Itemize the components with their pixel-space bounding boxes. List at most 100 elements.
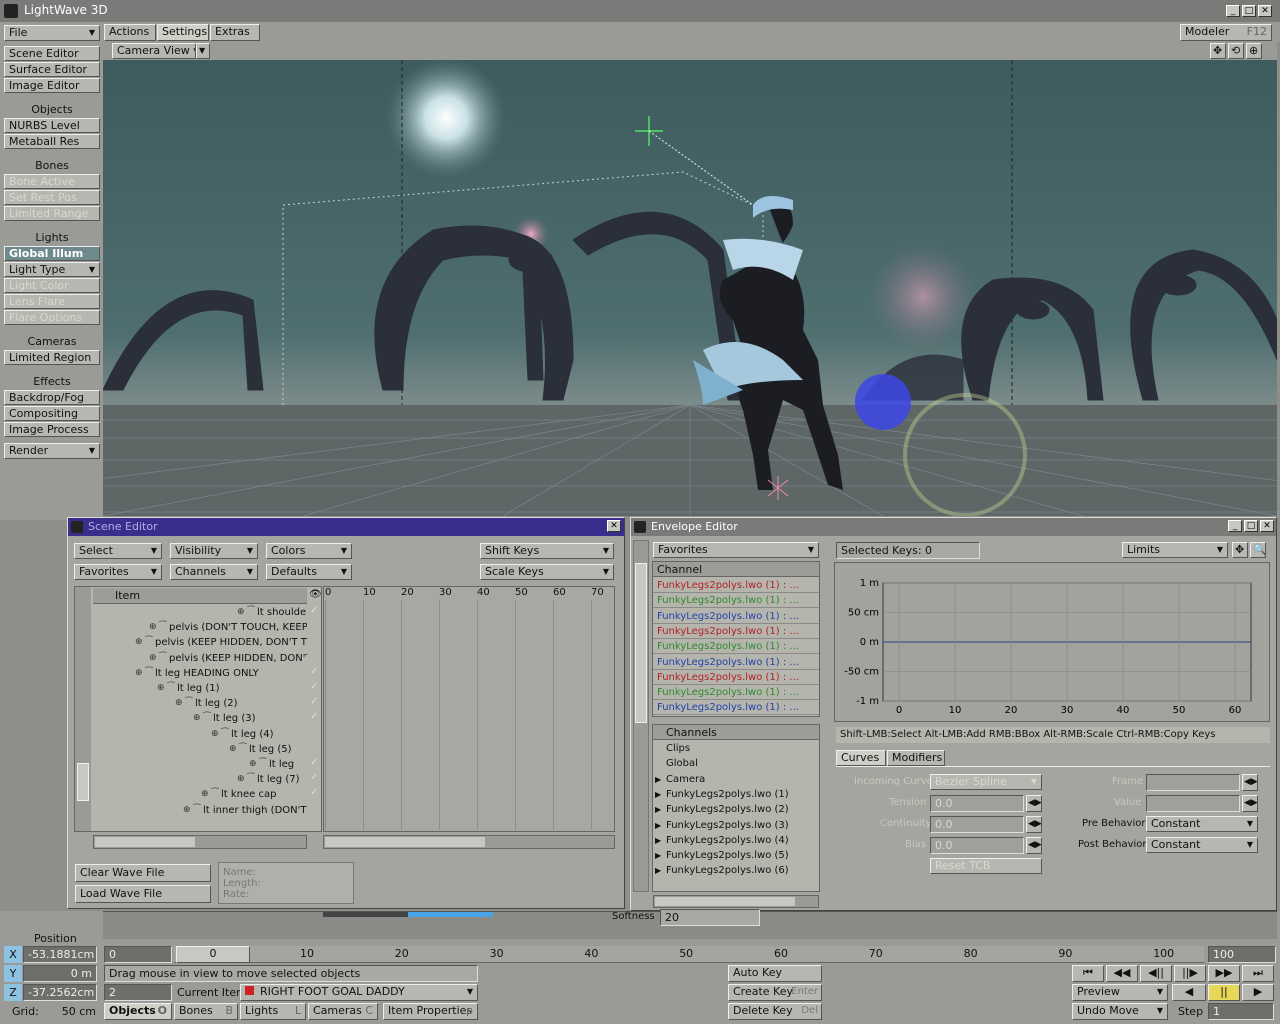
auto-key-button[interactable]: Auto Key xyxy=(728,965,822,982)
preview-dropdown[interactable]: Preview xyxy=(1072,984,1168,1001)
channels-hscroll-thumb[interactable] xyxy=(655,897,795,906)
frame-stepper[interactable]: ◀▶ xyxy=(1242,774,1258,791)
last-frame-icon[interactable]: ⏭ xyxy=(1242,965,1274,982)
pre-behavior-dropdown[interactable]: Constant xyxy=(1146,816,1258,832)
reset-tcb-button[interactable]: Reset TCB xyxy=(930,858,1042,874)
mode-tab-lights[interactable]: Lights L xyxy=(240,1003,306,1020)
step-field[interactable]: 1 xyxy=(1208,1003,1274,1020)
scene-editor-close-icon[interactable]: ✕ xyxy=(607,520,621,532)
channel-row[interactable]: FunkyLegs2polys.lwo (1) : ... xyxy=(653,624,819,639)
channel-group-row[interactable]: FunkyLegs2polys.lwo (3) xyxy=(653,818,819,833)
env-close-icon[interactable]: ✕ xyxy=(1260,520,1274,532)
item-row[interactable]: ⊕ ⁀pelvis (DON'T TOUCH, KEEP HIDDEN) xyxy=(93,620,307,635)
item-list-scroll-thumb[interactable] xyxy=(77,763,89,801)
item-row[interactable]: ⊕ ⁀ lt leg xyxy=(93,757,307,772)
viewport-3d[interactable] xyxy=(103,60,1277,516)
step-back-icon[interactable]: ◀ xyxy=(1172,984,1206,1001)
nurbs-level-button[interactable]: NURBS Level xyxy=(4,118,100,133)
channel-row[interactable]: FunkyLegs2polys.lwo (1) : ... xyxy=(653,670,819,685)
defaults-dropdown[interactable]: Defaults xyxy=(266,564,352,580)
create-key-button[interactable]: Create Key Enter xyxy=(728,984,822,1001)
z-position-field[interactable]: -37.2562cm xyxy=(23,984,97,1001)
channel-row[interactable]: FunkyLegs2polys.lwo (1) : ... xyxy=(653,609,819,624)
channel-group-row[interactable]: Camera xyxy=(653,772,819,787)
channel-row[interactable]: FunkyLegs2polys.lwo (1) : ... xyxy=(653,639,819,655)
env-minimize-icon[interactable]: _ xyxy=(1228,520,1242,532)
env-maximize-icon[interactable]: □ xyxy=(1244,520,1258,532)
item-row[interactable]: ⊕ ⁀ lt shoulder xyxy=(93,605,307,620)
compositing-button[interactable]: Compositing xyxy=(4,406,100,421)
prev-key-icon[interactable]: ◀◀ xyxy=(1106,965,1138,982)
visible-check-icon[interactable]: ✓ xyxy=(310,757,318,768)
backdrop-fog-button[interactable]: Backdrop/Fog xyxy=(4,390,100,405)
channels-dropdown[interactable]: Channels xyxy=(170,564,258,580)
channel-row[interactable]: FunkyLegs2polys.lwo (1) : ... xyxy=(653,593,819,609)
next-key-icon[interactable]: ▶▶ xyxy=(1208,965,1240,982)
dopesheet-hscroll-thumb[interactable] xyxy=(325,837,485,847)
render-menu[interactable]: Render xyxy=(4,443,100,459)
item-row[interactable]: ⊕ ⁀pelvis (KEEP HIDDEN, DON'T TOUCH) xyxy=(93,635,307,650)
metaball-res-button[interactable]: Metaball Res xyxy=(4,134,100,149)
item-row[interactable]: ⊕ ⁀ lt leg (4) xyxy=(93,727,307,742)
shift-keys-dropdown[interactable]: Shift Keys xyxy=(480,543,614,559)
tab-actions[interactable]: Actions xyxy=(104,24,156,41)
select-dropdown[interactable]: Select xyxy=(74,543,162,559)
value-stepper[interactable]: ◀▶ xyxy=(1242,795,1258,812)
close-icon[interactable]: ✕ xyxy=(1258,5,1272,17)
y-position-field[interactable]: 0 m xyxy=(23,965,97,982)
zoom-view-icon[interactable]: ⊕ xyxy=(1246,43,1262,59)
first-frame-icon[interactable]: ⏮ xyxy=(1072,965,1104,982)
visible-check-icon[interactable]: ✓ xyxy=(310,605,318,616)
image-editor-button[interactable]: Image Editor xyxy=(4,78,100,93)
flare-options-button[interactable]: Flare Options xyxy=(4,310,100,325)
channel-group-row[interactable]: FunkyLegs2polys.lwo (6) xyxy=(653,863,819,878)
item-row[interactable]: ⊕ ⁀lt inner thigh (DON'T TOUCH) xyxy=(93,803,307,818)
minimize-icon[interactable]: _ xyxy=(1226,5,1240,17)
mode-tab-bones[interactable]: Bones B xyxy=(174,1003,238,1020)
image-process-button[interactable]: Image Process xyxy=(4,422,100,437)
frame-field[interactable] xyxy=(1146,774,1240,791)
camera-view-dropdown[interactable]: Camera View ▾ xyxy=(112,43,196,59)
item-row[interactable]: ⊕ ⁀ lt leg (1) xyxy=(93,681,307,696)
channel-group-row[interactable]: FunkyLegs2polys.lwo (1) xyxy=(653,787,819,802)
envelope-left-scroll-thumb[interactable] xyxy=(635,563,647,723)
channel-row[interactable]: FunkyLegs2polys.lwo (1) : ... xyxy=(653,655,819,670)
tension-stepper[interactable]: ◀▶ xyxy=(1026,795,1042,812)
set-rest-pos-button[interactable]: Set Rest Pos xyxy=(4,190,100,205)
scale-keys-dropdown[interactable]: Scale Keys xyxy=(480,564,614,580)
item-row[interactable]: ⊕ ⁀ lt leg (2) xyxy=(93,696,307,711)
colors-dropdown[interactable]: Colors xyxy=(266,543,352,559)
mode-tab-cameras[interactable]: Cameras C xyxy=(308,1003,378,1020)
visible-check-icon[interactable]: ✓ xyxy=(310,787,318,798)
channel-row[interactable]: FunkyLegs2polys.lwo (1) : ... xyxy=(653,700,819,716)
item-row[interactable]: ⊕ ⁀ lt leg (5) xyxy=(93,742,307,757)
channel-group-row[interactable]: FunkyLegs2polys.lwo (5) xyxy=(653,848,819,863)
bias-stepper[interactable]: ◀▶ xyxy=(1026,837,1042,854)
limited-region-button[interactable]: Limited Region xyxy=(4,350,100,365)
global-illum-button[interactable]: Global Illum xyxy=(4,246,100,261)
start-frame-field[interactable]: 0 xyxy=(104,946,172,963)
channel-group-row[interactable]: Global xyxy=(653,756,819,771)
tab-extras[interactable]: Extras xyxy=(210,24,260,41)
play-reverse-icon[interactable]: ◀|| xyxy=(1140,965,1172,982)
tab-modifiers[interactable]: Modifiers xyxy=(887,750,945,766)
load-wave-file-button[interactable]: Load Wave File xyxy=(75,885,211,903)
bone-active-button[interactable]: Bone Active xyxy=(4,174,100,189)
item-row[interactable]: ⊕ ⁀ lt leg (7) xyxy=(93,772,307,787)
channel-group-row[interactable]: FunkyLegs2polys.lwo (2) xyxy=(653,802,819,817)
incoming-curve-dropdown[interactable]: Bezier Spline xyxy=(930,774,1042,790)
graph-zoom-icon[interactable]: 🔍 xyxy=(1250,542,1266,558)
limited-range-button[interactable]: Limited Range xyxy=(4,206,100,221)
continuity-field[interactable]: 0.0 xyxy=(930,816,1024,833)
light-type-dropdown[interactable]: Light Type xyxy=(4,262,100,277)
item-properties-button[interactable]: Item Properties p xyxy=(383,1003,478,1020)
frame-number-field[interactable]: 2 xyxy=(104,984,172,1001)
channel-row[interactable]: FunkyLegs2polys.lwo (1) : ... xyxy=(653,685,819,701)
channel-group-row[interactable]: Clips xyxy=(653,741,819,756)
move-view-icon[interactable]: ✥ xyxy=(1210,43,1226,59)
lens-flare-button[interactable]: Lens Flare xyxy=(4,294,100,309)
env-favorites-dropdown[interactable]: Favorites xyxy=(653,542,819,558)
visible-check-icon[interactable]: ✓ xyxy=(310,666,318,677)
envelope-graph[interactable]: 1 m 50 cm 0 m -50 cm -1 m 0 10 20 30 40 50 60 xyxy=(834,562,1270,722)
delete-key-button[interactable]: Delete Key Del xyxy=(728,1003,822,1020)
